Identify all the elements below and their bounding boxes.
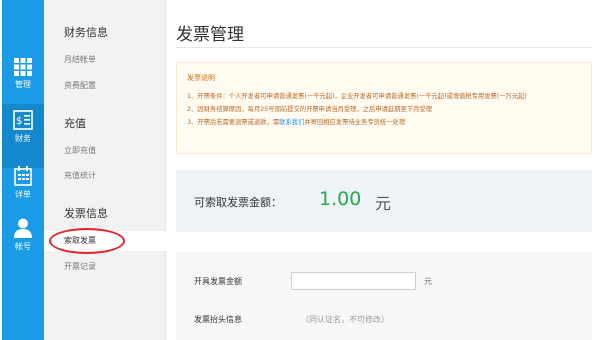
user-icon [14, 218, 32, 238]
rail-item-finance[interactable]: $ 财务 [2, 104, 44, 168]
contact-us-link[interactable]: 联系我们 [279, 119, 304, 126]
calendar-icon [14, 166, 32, 186]
notice-line-3: 3、开票后若需要退票或退款，需联系我们并寄回相应发票待业务专员统一处理 [187, 116, 581, 129]
notice-line-3-suffix: 并寄回相应发票待业务专员统一处理 [304, 119, 406, 126]
available-amount-value: 1.00 [319, 188, 362, 210]
invoice-amount-label: 开具发票金额 [194, 277, 242, 286]
icon-rail: 管理 $ 财务 详单 帐号 [2, 0, 44, 340]
sub-item-recharge-now[interactable]: 立即充值 [44, 141, 166, 161]
available-amount-panel: 可索取发票金额： 1.00 元 [176, 170, 592, 232]
main-content: 发票管理 发票说明 1、开票条件：个人开发者可申请普通发票(一千元起)，企业开发… [166, 0, 600, 340]
notice-line-1: 1、开票条件：个人开发者可申请普通发票(一千元起)，企业开发者可申请普通发票(一… [187, 93, 527, 100]
sub-item-monthly-bill[interactable]: 月结帐单 [44, 50, 166, 70]
group-title-invoice-info: 发票信息 [64, 207, 108, 220]
page-title: 发票管理 [176, 25, 244, 45]
rail-label: 管理 [15, 80, 31, 89]
finance-icon: $ [13, 110, 33, 130]
invoice-header-hint: （同认证名，不可修改） [301, 315, 389, 324]
notice-line-3-prefix: 3、开票后若需要退票或退款，需 [187, 119, 280, 126]
invoice-form: 开具发票金额 元 发票抬头信息 （同认证名，不可修改） [176, 252, 592, 340]
available-amount-unit: 元 [375, 194, 392, 213]
highlight-circle [49, 228, 125, 254]
invoice-notice: 发票说明 1、开票条件：个人开发者可申请普通发票(一千元起)，企业开发者可申请普… [176, 62, 592, 154]
sub-item-fee-config[interactable]: 资费配置 [44, 76, 166, 96]
sub-navigation: 财务信息 月结帐单 资费配置 充值 立即充值 充值统计 发票信息 索取发票 开票… [44, 0, 166, 340]
rail-item-account[interactable]: 帐号 [2, 212, 44, 276]
invoice-header-label: 发票抬头信息 [194, 315, 242, 324]
rail-label: 帐号 [15, 242, 31, 251]
invoice-amount-input[interactable] [291, 272, 416, 290]
group-title-recharge: 充值 [64, 117, 86, 130]
rail-label: 财务 [15, 134, 31, 143]
group-title-finance-info: 财务信息 [64, 26, 108, 39]
title-divider [176, 47, 592, 48]
sub-item-recharge-stats[interactable]: 充值统计 [44, 166, 166, 186]
sub-item-invoice-records[interactable]: 开票记录 [44, 257, 166, 277]
rail-label: 详单 [15, 190, 31, 199]
notice-line-2: 2、因财务结算原因，每月25号期前提交的开票申请当月受理，之后申请延期至下月受理 [187, 106, 433, 113]
svg-text:$: $ [16, 116, 22, 127]
invoice-amount-unit: 元 [424, 277, 432, 286]
notice-title: 发票说明 [187, 74, 215, 82]
grid-icon [14, 58, 32, 76]
available-amount-label: 可索取发票金额： [194, 196, 282, 209]
